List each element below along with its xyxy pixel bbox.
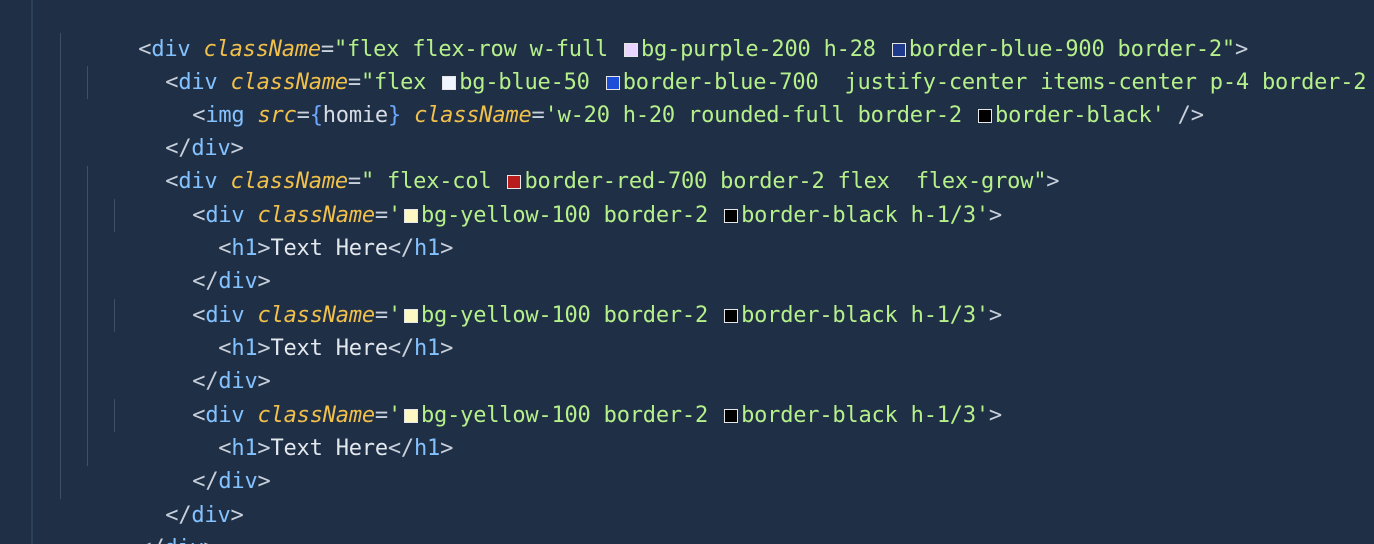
token-string: bg-yellow-100 border-2 bbox=[421, 203, 722, 228]
token-string: border-black' bbox=[995, 103, 1165, 128]
token-punct: = bbox=[296, 103, 310, 128]
code-line: </div> bbox=[114, 432, 270, 494]
code-line: </div> bbox=[87, 466, 243, 528]
code-line: <img src={homie} className='w-20 h-20 ro… bbox=[114, 66, 1204, 128]
token-attr: src bbox=[257, 103, 297, 128]
token-punct: > bbox=[440, 336, 454, 361]
token-punct: > bbox=[988, 203, 1002, 228]
color-swatch[interactable] bbox=[724, 209, 739, 223]
token-tag: div bbox=[164, 536, 203, 544]
token-string: border-black h-1/3' bbox=[741, 303, 989, 328]
token-string: border-black h-1/3' bbox=[741, 403, 989, 428]
code-line: <h1>Text Here</h1> bbox=[140, 399, 453, 461]
code-line: </div> bbox=[114, 232, 270, 294]
token-punct: </ bbox=[387, 336, 414, 361]
code-editor[interactable]: <div className="flex flex-row w-full bg-… bbox=[0, 0, 1374, 544]
token-tag: h1 bbox=[413, 436, 441, 461]
color-swatch[interactable] bbox=[978, 109, 993, 123]
code-line: <h1>Text Here</h1> bbox=[140, 199, 453, 261]
color-swatch[interactable] bbox=[724, 309, 739, 323]
code-line: </div> bbox=[114, 332, 270, 394]
token-punct: > bbox=[204, 536, 217, 544]
code-line: <h1>Text Here</h1> bbox=[140, 299, 453, 361]
token-punct: > bbox=[1046, 169, 1060, 194]
token-string: 'w-20 h-20 rounded-full border-2 bbox=[544, 103, 976, 128]
token-string: bg-yellow-100 border-2 bbox=[421, 403, 722, 428]
token-text: Text Here bbox=[270, 336, 388, 361]
token-punct: /> bbox=[1164, 103, 1204, 128]
token-variable: homie bbox=[322, 103, 388, 128]
token-punct: > bbox=[988, 403, 1002, 428]
code-line: </div> bbox=[60, 499, 216, 544]
token-punct: > bbox=[440, 436, 454, 461]
token-punct: = bbox=[531, 103, 545, 128]
color-swatch[interactable] bbox=[724, 409, 739, 423]
code-line: <div className="flex bg-blue-50 border-b… bbox=[87, 33, 1374, 95]
indent-guide bbox=[60, 33, 61, 499]
code-area[interactable]: <div className="flex flex-row w-full bg-… bbox=[0, 0, 1374, 544]
code-line: <div className=" flex-col border-red-700… bbox=[87, 132, 1059, 194]
token-punct: > bbox=[230, 503, 244, 528]
token-brace: { bbox=[309, 103, 323, 128]
code-line: <div className=' bg-yellow-100 border-2 b… bbox=[114, 166, 1002, 228]
token-punct: </ bbox=[387, 236, 414, 261]
token-punct: > bbox=[988, 303, 1002, 328]
token-punct: > bbox=[440, 236, 454, 261]
token-punct: </ bbox=[138, 536, 164, 544]
token-string: bg-yellow-100 border-2 bbox=[421, 303, 722, 328]
token-text: Text Here bbox=[270, 436, 388, 461]
token-text: Text Here bbox=[270, 236, 388, 261]
token-string: border-black h-1/3' bbox=[741, 203, 989, 228]
token-tag: h1 bbox=[413, 336, 441, 361]
code-line: <div className="flex flex-row w-full bg-… bbox=[60, 0, 1248, 62]
code-line: <div className=' bg-yellow-100 border-2 b… bbox=[114, 366, 1002, 428]
code-line: </div> bbox=[87, 99, 243, 161]
token-attr: className bbox=[414, 103, 532, 128]
token-punct: > bbox=[257, 469, 271, 494]
token-punct: </ bbox=[387, 436, 414, 461]
code-line: <div className=' bg-yellow-100 border-2 b… bbox=[114, 266, 1002, 328]
token-tag: h1 bbox=[413, 236, 441, 261]
token-brace: } bbox=[387, 103, 402, 128]
